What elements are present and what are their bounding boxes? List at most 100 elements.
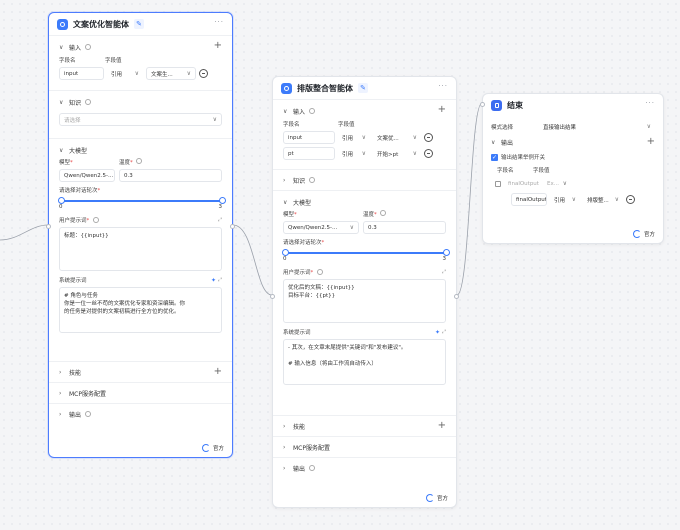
expand-icon[interactable]: ⤢ <box>218 217 222 223</box>
help-icon[interactable] <box>85 411 92 417</box>
help-icon[interactable] <box>309 108 316 114</box>
chevron-right-icon[interactable]: › <box>283 423 293 430</box>
edit-pencil-icon[interactable]: ✎ <box>134 19 144 29</box>
chevron-down-icon[interactable]: ∨ <box>283 199 293 206</box>
more-options-icon[interactable]: ··· <box>214 18 224 26</box>
mode-select[interactable]: 直接输出结果 ∨ <box>539 120 655 133</box>
knowledge-section[interactable]: › 知识 <box>273 169 456 190</box>
field-name-input[interactable]: input <box>283 131 335 144</box>
mcp-section[interactable]: › MCP服务配置 <box>49 382 232 403</box>
ref-value-select[interactable]: 文案优... ∨ <box>373 131 421 144</box>
child-field-name[interactable]: finalOutput <box>511 193 547 206</box>
skills-section[interactable]: › 技能 + <box>273 415 456 436</box>
rounds-slider[interactable] <box>58 197 226 204</box>
knowledge-select[interactable]: 请选择 ∨ <box>59 113 222 126</box>
chevron-down-icon[interactable]: ∨ <box>59 147 69 154</box>
official-logo-icon <box>201 444 210 452</box>
model-select[interactable]: Qwen/Qwen2.5-...∨ <box>283 221 359 234</box>
help-icon[interactable] <box>317 269 324 275</box>
chevron-right-icon[interactable]: › <box>59 390 69 397</box>
slider-handle-max[interactable] <box>219 197 226 204</box>
input-handle[interactable] <box>270 294 275 299</box>
output-handle[interactable] <box>230 224 235 229</box>
output-handle[interactable] <box>454 294 459 299</box>
copy-agent-header[interactable]: 文案优化智能体 ✎ ··· <box>49 13 232 35</box>
ref-type-select[interactable]: 引用 ∨ <box>338 131 370 144</box>
help-icon[interactable] <box>309 177 316 183</box>
user-prompt-textarea[interactable]: 优化后的文稿：{{input}} 目标平台：{{pt}} <box>283 279 446 323</box>
parent-field-type[interactable]: Ex... ∨ <box>543 177 571 190</box>
chevron-right-icon[interactable]: › <box>283 177 293 184</box>
help-icon[interactable] <box>85 44 92 50</box>
slider-handle-max[interactable] <box>443 249 450 256</box>
ref-type-select[interactable]: 引用 ∨ <box>107 67 143 80</box>
add-skill-button[interactable]: + <box>214 367 222 377</box>
llm-section: ∨ 大模型 模型* 温度* Qwen/Qwen2.5-...∨ 0.3 请选择对… <box>273 190 456 415</box>
llm-section: ∨ 大模型 模型* 温度* Qwen/Qwen2.5-...∨ 0.3 请选择对… <box>49 138 232 361</box>
child-ref-type[interactable]: 引用 ∨ <box>550 193 580 206</box>
edit-pencil-icon[interactable]: ✎ <box>358 83 368 93</box>
chevron-right-icon[interactable]: › <box>59 369 69 376</box>
more-options-icon[interactable]: ··· <box>645 99 655 107</box>
user-prompt-textarea[interactable]: 标题：{{input}} <box>59 227 222 271</box>
ref-value-select[interactable]: 开始>pt ∨ <box>373 147 421 160</box>
section-title: 技能 <box>69 369 82 377</box>
section-title: 大模型 <box>69 147 88 155</box>
chevron-right-icon[interactable]: › <box>283 465 293 472</box>
remove-row-icon[interactable] <box>424 133 433 142</box>
slider-handle-min[interactable] <box>282 249 289 256</box>
system-prompt-textarea[interactable]: # 角色与任务 你是一位一丝不苟的文案优化专家和资深编辑。你 的任务是对提供的文… <box>59 287 222 333</box>
help-icon[interactable] <box>93 217 100 223</box>
end-node-header[interactable]: 结束 ··· <box>483 94 663 116</box>
more-options-icon[interactable]: ··· <box>438 82 448 90</box>
slider-handle-min[interactable] <box>58 197 65 204</box>
add-output-button[interactable]: + <box>647 137 655 147</box>
help-icon[interactable] <box>85 99 92 105</box>
input-handle[interactable] <box>480 102 485 107</box>
chevron-down-icon[interactable]: ∨ <box>283 108 293 115</box>
expand-icon[interactable]: ⤢ <box>442 269 446 275</box>
input-handle[interactable] <box>46 224 51 229</box>
layout-agent-node[interactable]: 排版整合智能体 ✎ ··· ∨ 输入 + 字段名 字段值 input 引用 ∨ 文… <box>270 76 459 508</box>
official-badge: 官方 <box>201 444 224 452</box>
layout-agent-header[interactable]: 排版整合智能体 ✎ ··· <box>273 77 456 99</box>
help-icon[interactable] <box>309 465 316 471</box>
output-section[interactable]: › 输出 <box>273 457 456 478</box>
system-prompt-textarea[interactable]: - 其次，在文章末尾提供"关键词"和"发布建议"。 # 输入信息（将由工作流自动… <box>283 339 446 385</box>
collapse-toggle-icon[interactable] <box>495 180 501 187</box>
add-input-button[interactable]: + <box>438 105 446 115</box>
field-name-input[interactable]: input <box>59 67 104 80</box>
ref-value-select[interactable]: 文案生... ∨ <box>146 67 196 80</box>
parent-field-name[interactable]: finalOutput <box>504 177 540 190</box>
chevron-right-icon[interactable]: › <box>59 411 69 418</box>
remove-row-icon[interactable] <box>199 69 208 78</box>
example-toggle-checkbox[interactable]: ✓ <box>491 153 498 161</box>
skills-section[interactable]: › 技能 + <box>49 361 232 382</box>
model-select[interactable]: Qwen/Qwen2.5-...∨ <box>59 169 115 182</box>
ai-magic-icon[interactable]: ✦ <box>211 277 216 284</box>
temperature-input[interactable]: 0.3 <box>363 221 446 234</box>
remove-row-icon[interactable] <box>626 195 635 204</box>
remove-row-icon[interactable] <box>424 149 433 158</box>
user-prompt-label: 用户提示词* <box>283 270 314 276</box>
expand-icon[interactable]: ⤢ <box>218 277 222 283</box>
expand-icon[interactable]: ⤢ <box>442 329 446 335</box>
chevron-right-icon[interactable]: › <box>283 444 293 451</box>
add-input-button[interactable]: + <box>214 41 222 51</box>
child-ref-value[interactable]: 排版整... ∨ <box>583 193 623 206</box>
mcp-section[interactable]: › MCP服务配置 <box>273 436 456 457</box>
end-node[interactable]: 结束 ··· 模式选择 直接输出结果 ∨ ∨ 输出 + ✓ 输出结果举例开关 字段… <box>480 93 664 244</box>
chevron-down-icon[interactable]: ∨ <box>59 44 69 51</box>
field-name-input[interactable]: pt <box>283 147 335 160</box>
copy-agent-node[interactable]: 文案优化智能体 ✎ ··· ∨ 输入 + 字段名 字段值 input 引用 ∨ 文… <box>46 12 235 458</box>
section-title: 大模型 <box>293 199 312 207</box>
temperature-input[interactable]: 0.3 <box>119 169 222 182</box>
output-section[interactable]: › 输出 <box>49 403 232 424</box>
add-skill-button[interactable]: + <box>438 421 446 431</box>
chevron-down-icon[interactable]: ∨ <box>491 139 501 146</box>
rounds-slider[interactable] <box>282 249 450 256</box>
ai-magic-icon[interactable]: ✦ <box>435 329 440 336</box>
chevron-down-icon[interactable]: ∨ <box>59 99 69 106</box>
section-title: 知识 <box>69 99 82 107</box>
ref-type-select[interactable]: 引用 ∨ <box>338 147 370 160</box>
